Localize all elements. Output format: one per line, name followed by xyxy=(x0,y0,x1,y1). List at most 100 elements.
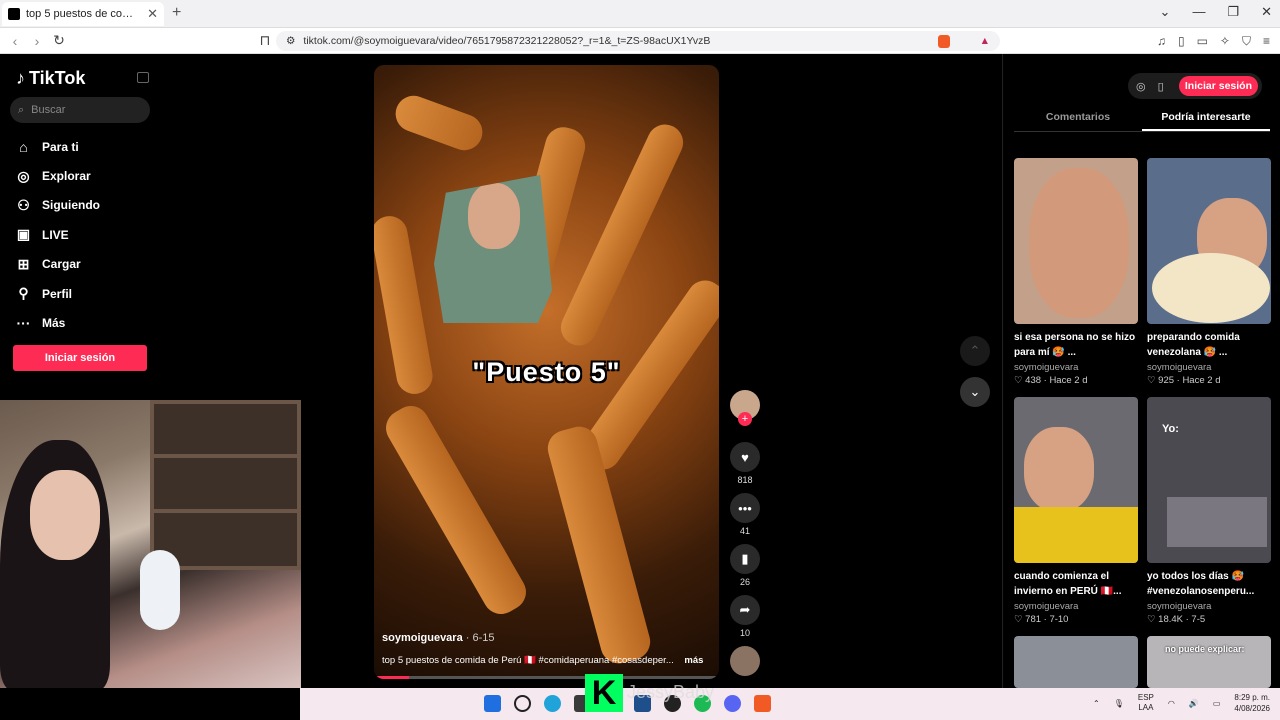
phone-icon[interactable]: ▯ xyxy=(1158,80,1164,93)
tiktok-app: ♪ TikTok ⌕ Buscar ⌂ Para ti ◎ Explorar ⚇ Si… xyxy=(0,54,1280,688)
start-icon[interactable] xyxy=(484,695,501,712)
video-player[interactable]: "Puesto 5" soymoiguevara · 6-15 top 5 pu… xyxy=(374,65,719,679)
share-icon[interactable]: ➦ xyxy=(730,595,760,625)
search-icon[interactable] xyxy=(514,695,531,712)
leo-icon[interactable]: ✧ xyxy=(1220,34,1230,49)
login-button[interactable]: Iniciar sesión xyxy=(13,345,147,371)
back-icon[interactable]: ‹ xyxy=(4,33,26,49)
close-window-icon[interactable]: ✕ xyxy=(1261,4,1272,20)
chevron-down-icon[interactable]: ⌄ xyxy=(1160,4,1171,20)
minimize-icon[interactable]: — xyxy=(1192,4,1205,20)
wallet-icon[interactable]: ▭ xyxy=(1197,34,1208,49)
wifi-icon[interactable]: ◠ xyxy=(1168,699,1175,708)
forward-icon[interactable]: › xyxy=(26,33,48,49)
sidebar-item-cargar[interactable]: ⊞ Cargar xyxy=(15,250,100,279)
chevron-up-icon[interactable]: ⌃ xyxy=(1093,699,1100,708)
sidebar-item-label: Cargar xyxy=(42,257,81,272)
author-name[interactable]: soymoiguevara xyxy=(382,632,463,644)
card-user[interactable]: soymoiguevara xyxy=(1014,362,1138,373)
compass-icon[interactable]: ◎ xyxy=(1136,80,1146,93)
windows-taskbar: ⌃ 🎙 ESP LAA ◠ 🔊 ▭ 8:29 p. m. 4/08/2026 xyxy=(300,688,1280,720)
follow-plus-icon[interactable]: + xyxy=(738,412,752,426)
search-input[interactable]: ⌕ Buscar xyxy=(10,97,150,123)
card-caption: si esa persona no se hizo para mí 🥵 ... xyxy=(1014,332,1136,358)
rewards-icon[interactable]: ▲ xyxy=(980,35,990,47)
sidebar-item-para-ti[interactable]: ⌂ Para ti xyxy=(15,132,100,161)
new-tab-button[interactable]: + xyxy=(172,4,181,22)
comment-count: 41 xyxy=(739,526,750,536)
language-indicator[interactable]: ESP LAA xyxy=(1138,693,1154,713)
creator-avatar[interactable]: + xyxy=(730,390,760,426)
edge-icon[interactable] xyxy=(544,695,561,712)
previous-video-button[interactable]: ⌃ xyxy=(960,336,990,366)
upload-icon: ⊞ xyxy=(17,255,30,272)
tab-comentarios[interactable]: Comentarios xyxy=(1014,106,1142,131)
video-card[interactable] xyxy=(1014,636,1138,688)
brave-shield-icon[interactable] xyxy=(938,34,950,48)
video-thumbnail[interactable] xyxy=(1014,636,1138,688)
url-text: tiktok.com/@soymoiguevara/video/76517958… xyxy=(303,35,711,47)
card-caption: yo todos los días 🥵 #venezolanosenperu..… xyxy=(1147,571,1255,597)
date: 4/08/2026 xyxy=(1234,704,1270,713)
video-card[interactable]: cuando comienza el invierno en PERÚ 🇵🇪..… xyxy=(1014,397,1138,625)
clock[interactable]: 8:29 p. m. 4/08/2026 xyxy=(1234,692,1270,714)
streamer-face xyxy=(30,470,100,560)
video-card[interactable]: si esa persona no se hizo para mí 🥵 ... … xyxy=(1014,158,1138,386)
card-user[interactable]: soymoiguevara xyxy=(1147,601,1271,612)
card-user[interactable]: soymoiguevara xyxy=(1014,601,1138,612)
sidebar-item-mas[interactable]: ··· Más xyxy=(15,308,100,337)
sidebar-item-perfil[interactable]: ⚲ Perfil xyxy=(15,279,100,308)
sidebar-item-label: Explorar xyxy=(42,169,91,184)
bookmark-icon[interactable]: ⊓ xyxy=(254,32,276,49)
video-thumbnail[interactable] xyxy=(1147,158,1271,324)
card-user[interactable]: soymoiguevara xyxy=(1147,362,1271,373)
discord-icon[interactable] xyxy=(724,695,741,712)
thumbnail-text: Yo: xyxy=(1162,423,1179,435)
sidebar-item-live[interactable]: ▣ LIVE xyxy=(15,220,100,249)
sidebar-item-explorar[interactable]: ◎ Explorar xyxy=(15,161,100,190)
lang-layout: LAA xyxy=(1138,703,1154,712)
video-card[interactable]: Yo: yo todos los días 🥵 #venezolanosenpe… xyxy=(1147,397,1271,625)
panel-tabs: Comentarios Podría interesarte xyxy=(1014,106,1270,132)
sound-avatar[interactable] xyxy=(730,646,760,676)
video-thumbnail[interactable] xyxy=(1014,158,1138,324)
tiktok-favicon-icon xyxy=(8,8,20,20)
following-icon: ⚇ xyxy=(17,196,30,213)
video-thumbnail[interactable] xyxy=(1014,397,1138,563)
video-card[interactable]: no puede explicar: xyxy=(1147,636,1271,688)
bookmark-icon[interactable]: ▮ xyxy=(730,544,760,574)
maximize-icon[interactable]: ❐ xyxy=(1227,4,1239,20)
login-button-top[interactable]: Iniciar sesión xyxy=(1178,76,1258,96)
vpn-icon[interactable]: ⛉ xyxy=(1242,34,1251,49)
brave-icon[interactable] xyxy=(754,695,771,712)
sidebar-icon[interactable]: ▯ xyxy=(1178,34,1185,49)
reload-icon[interactable]: ↻ xyxy=(48,32,70,49)
browser-tab-strip: top 5 puestos de comida de Perú ✕ + ⌄ — … xyxy=(0,0,1280,28)
media-icon[interactable]: ♫ xyxy=(1157,34,1166,49)
next-video-button[interactable]: ⌄ xyxy=(960,377,990,407)
browser-tab[interactable]: top 5 puestos de comida de Perú ✕ xyxy=(2,2,164,26)
card-meta: ♡ 781 · 7-10 xyxy=(1014,614,1069,625)
menu-icon[interactable]: ≡ xyxy=(1263,34,1270,49)
video-thumbnail[interactable]: no puede explicar: xyxy=(1147,636,1271,688)
collapse-sidebar-icon[interactable] xyxy=(137,72,149,83)
volume-icon[interactable]: 🔊 xyxy=(1189,699,1199,708)
microphone xyxy=(140,550,180,630)
video-card[interactable]: preparando comida venezolana 🥵 ... soymo… xyxy=(1147,158,1271,386)
mic-icon[interactable]: 🎙 xyxy=(1114,699,1124,708)
url-field[interactable]: ⚙ tiktok.com/@soymoiguevara/video/765179… xyxy=(276,31,1000,51)
video-author[interactable]: soymoiguevara · 6-15 xyxy=(382,632,495,644)
like-icon[interactable]: ♥ xyxy=(730,442,760,472)
video-progress[interactable] xyxy=(374,676,719,679)
thumbnail-text: no puede explicar: xyxy=(1165,644,1245,654)
like-count: 818 xyxy=(737,475,753,485)
battery-icon[interactable]: ▭ xyxy=(1213,699,1221,708)
site-info-icon[interactable]: ⚙ xyxy=(286,35,295,47)
video-thumbnail[interactable]: Yo: xyxy=(1147,397,1271,563)
close-tab-icon[interactable]: ✕ xyxy=(147,6,158,22)
comment-icon[interactable]: ••• xyxy=(730,493,760,523)
more-link[interactable]: más xyxy=(684,655,703,666)
tab-podria-interesarte[interactable]: Podría interesarte xyxy=(1142,106,1270,131)
sidebar-item-siguiendo[interactable]: ⚇ Siguiendo xyxy=(15,191,100,220)
tiktok-logo[interactable]: ♪ TikTok xyxy=(16,68,85,89)
